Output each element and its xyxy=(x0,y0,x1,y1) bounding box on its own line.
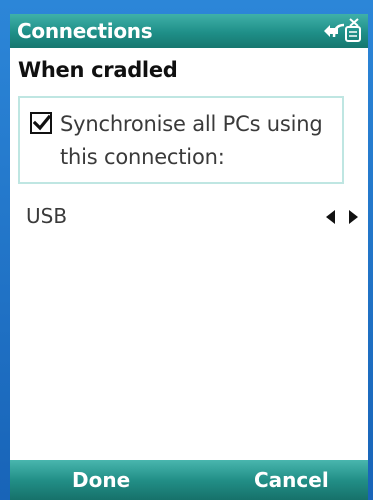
cancel-softkey[interactable]: Cancel xyxy=(254,468,329,492)
sync-checkbox[interactable] xyxy=(30,112,52,134)
sync-option-label: Synchronise all PCs using this connectio… xyxy=(60,112,323,169)
sync-connection-icon[interactable] xyxy=(320,17,364,45)
arrow-right-icon[interactable] xyxy=(349,210,358,224)
done-softkey[interactable]: Done xyxy=(72,468,130,492)
title-bar: Connections xyxy=(10,14,368,48)
checkmark-icon xyxy=(33,114,51,131)
connection-select[interactable]: USB xyxy=(18,202,366,234)
device-screen: Connections When cradled Synchronise all… xyxy=(10,14,368,500)
connection-select-value: USB xyxy=(26,204,68,228)
soft-key-bar: Done Cancel xyxy=(10,460,368,500)
select-arrows[interactable] xyxy=(324,210,360,226)
app-title: Connections xyxy=(17,19,153,43)
sync-option-row[interactable]: Synchronise all PCs using this connectio… xyxy=(18,96,344,184)
arrow-left-icon[interactable] xyxy=(326,210,335,224)
section-heading: When cradled xyxy=(18,58,178,82)
